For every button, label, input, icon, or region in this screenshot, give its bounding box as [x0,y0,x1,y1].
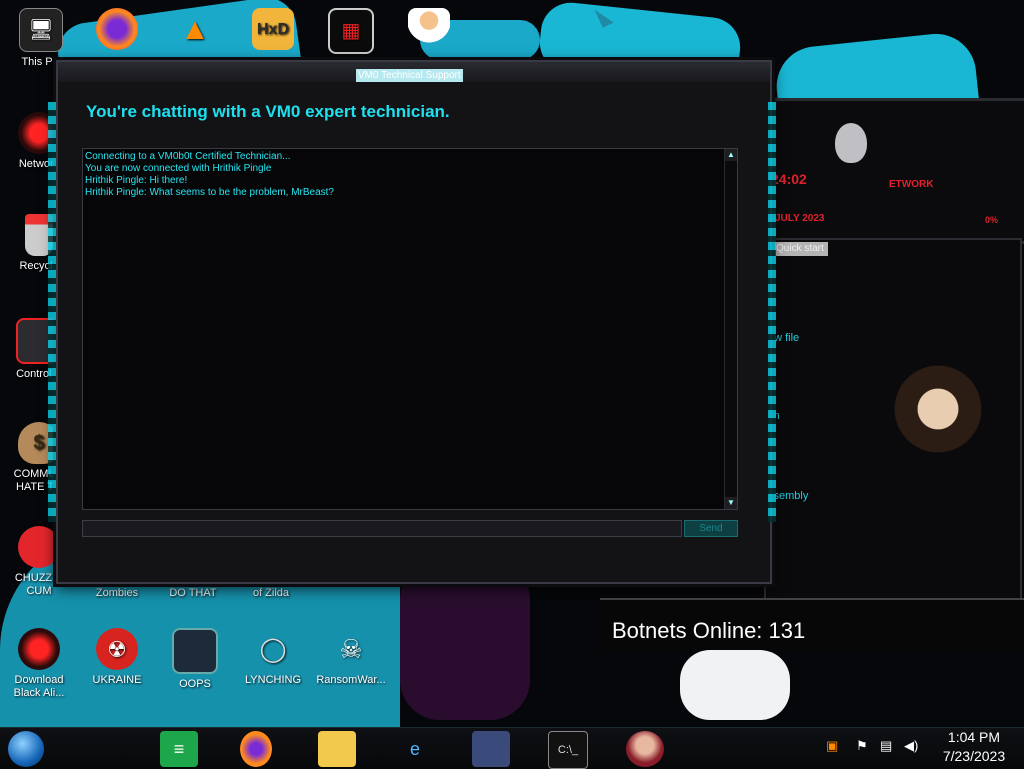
chat-scrollbar[interactable]: ▲ ▼ [724,149,737,509]
message-input[interactable] [82,520,682,537]
portrait-image [892,364,984,464]
noose-icon: ◯ [259,635,287,663]
system-widget: 24:02 JULY 2023 ETWORK 0% [771,98,1024,244]
radiation-icon: ☢ [96,628,138,670]
scroll-down-icon[interactable]: ▼ [725,497,737,509]
taskbar: ≡ e C:\_ ▣ ⚑ ▤ ◀) 1:04 PM 7/23/2023 [0,727,1024,769]
chat-line: Hrithik Pingle: Hi there! [85,175,188,186]
start-orb-icon[interactable] [8,731,44,767]
chat-line: Connecting to a VM0b0t Certified Technic… [85,151,291,162]
desktop-icon-ukraine[interactable]: ☢ UKRAINE [82,628,152,687]
chuzzle-icon [18,526,60,568]
hxd-icon: HxD [252,8,294,50]
desktop-icon-oops[interactable]: OOPS [160,628,230,691]
file-explorer-icon[interactable] [318,731,356,767]
tray-app-icon[interactable]: ▣ [826,738,838,754]
desktop-icon-doctor[interactable] [394,8,464,54]
speaker-icon[interactable]: ◀) [904,738,918,754]
title-bar[interactable]: VM0 Technical Support [58,62,770,82]
window-icon[interactable] [472,731,510,767]
alien-icon [18,628,60,670]
clock-date: 7/23/2023 [942,748,1006,764]
desktop-icon-black-alien[interactable]: Download Black Ali... [4,628,74,700]
alien-head-icon [835,123,867,163]
chat-heading: You're chatting with a VM0 expert techni… [86,102,450,121]
desktop-icon-ransomware[interactable]: ☠ RansomWar... [316,628,386,687]
maze-icon: ▦ [328,8,374,54]
widget-time: 24:02 [771,171,807,187]
clock-time: 1:04 PM [947,729,1001,745]
widget-network: ETWORK [889,179,934,190]
notes-app-icon[interactable]: ≡ [160,731,198,767]
ie-icon[interactable]: e [396,731,434,767]
vlc-icon: ▲ [180,12,210,46]
scroll-up-icon[interactable]: ▲ [725,149,737,161]
window-title: VM0 Technical Support [356,69,463,82]
skull-icon: ☠ [339,633,363,664]
firefox-icon[interactable] [240,731,272,767]
cmd-icon[interactable]: C:\_ [548,731,588,769]
chat-line: Hrithik Pingle: What seems to be the pro… [85,187,334,198]
firefox-icon [96,8,138,50]
network-tray-icon[interactable]: ▤ [880,738,892,754]
oops-icon [172,628,218,674]
desktop-icon-maze[interactable]: ▦ [316,8,386,58]
window-frame-right [768,102,776,522]
quick-start-tab[interactable]: Quick start [772,242,828,256]
botnets-online-label: Botnets Online: 131 [600,598,1024,650]
computer-icon: 🖥 [19,8,63,52]
taskbar-clock[interactable]: 1:04 PM 7/23/2023 [932,728,1016,766]
desktop-icon-hxd[interactable]: HxD [238,8,308,54]
chat-log[interactable]: Connecting to a VM0b0t Certified Technic… [82,148,738,510]
window-frame-left [48,102,56,522]
widget-date: JULY 2023 [775,213,825,224]
chat-window[interactable]: VM0 Technical Support You're chatting wi… [48,60,776,584]
widget-percent: 0% [985,215,999,225]
desktop-icon-vlc[interactable]: ▲ [160,8,230,54]
avatar-icon[interactable] [626,731,664,767]
doctor-icon [408,8,450,50]
flag-icon[interactable]: ⚑ [856,738,868,754]
desktop-icon-firefox[interactable] [82,8,152,54]
send-button[interactable]: Send [684,520,738,537]
desktop-icon-lynching[interactable]: ◯ LYNCHING [238,628,308,687]
chat-line: You are now connected with Hrithik Pingl… [85,163,272,174]
